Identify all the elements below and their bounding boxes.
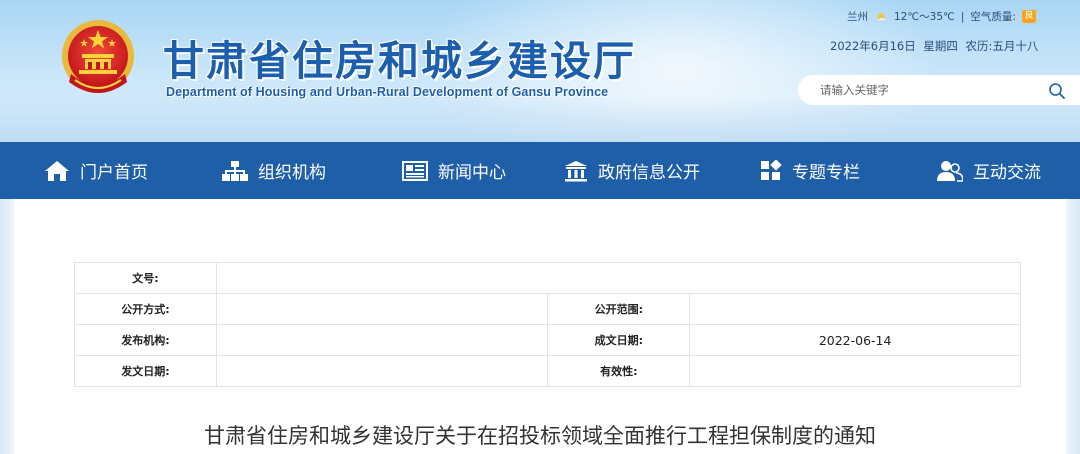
search-input[interactable] <box>820 82 1030 98</box>
sun-cloud-icon <box>874 11 888 23</box>
nav-item-news[interactable]: 新闻中心 <box>402 142 506 199</box>
weather-city: 兰州 <box>847 11 868 23</box>
document-info-table: 文号: 公开方式: 公开范围: 发布机构: 成文日期: 2022-06-14 发… <box>74 262 1022 387</box>
main-nav: 门户首页 组织机构 新闻中心 政府信息公开 专题专栏 互动交流 <box>0 142 1080 199</box>
nav-item-special-topics[interactable]: 专题专栏 <box>760 142 860 199</box>
created-date-value: 2022-06-14 <box>689 324 1021 356</box>
table-row: 文号: <box>74 262 1022 294</box>
table-row: 发文日期: 有效性: <box>74 355 1021 387</box>
nav-label-home: 门户首页 <box>80 163 148 183</box>
org-chart-icon <box>222 160 248 181</box>
disclosure-method-label: 公开方式: <box>74 293 217 325</box>
created-date-label: 成文日期: <box>547 324 691 356</box>
right-gutter <box>1066 199 1080 454</box>
nav-item-organization[interactable]: 组织机构 <box>222 142 326 199</box>
weather-bar: 兰州 12℃～35℃ | 空气质量: 良 <box>847 9 1036 24</box>
users-icon <box>937 160 963 182</box>
nav-item-home[interactable]: 门户首页 <box>44 142 148 199</box>
validity-label: 有效性: <box>547 355 691 387</box>
site-subtitle-en: Department of Housing and Urban-Rural De… <box>166 85 609 99</box>
issuing-org-label: 发布机构: <box>74 324 217 356</box>
grid-icon <box>761 159 782 180</box>
nav-label-special-topics: 专题专栏 <box>792 163 860 183</box>
left-gutter <box>0 199 14 454</box>
national-emblem-icon <box>62 20 134 93</box>
table-row: 发布机构: 成文日期: 2022-06-14 <box>74 324 1021 356</box>
nav-label-organization: 组织机构 <box>258 163 326 183</box>
nav-label-interaction: 互动交流 <box>973 163 1041 183</box>
news-icon <box>402 160 428 181</box>
weather-separator: | <box>960 10 965 23</box>
doc-number-value <box>215 262 1022 294</box>
site-header: 甘肃省住房和城乡建设厅 Department of Housing and Ur… <box>0 0 1080 142</box>
table-row: 公开方式: 公开范围: <box>74 293 1021 325</box>
search-icon[interactable] <box>1048 82 1066 100</box>
document-title: 甘肃省住房和城乡建设厅关于在招投标领域全面推行工程担保制度的通知 <box>204 424 876 448</box>
disclosure-method-value <box>215 293 549 325</box>
air-quality-label: 空气质量: <box>970 11 1016 23</box>
home-icon <box>45 160 69 181</box>
disclosure-scope-label: 公开范围: <box>547 293 691 325</box>
search-box <box>798 75 1080 105</box>
date-display: 2022年6月16日 星期四 农历:五月十八 <box>830 39 1039 53</box>
validity-value <box>689 355 1021 387</box>
weather-temperature: 12℃～35℃ <box>894 11 955 23</box>
air-quality-badge: 良 <box>1021 10 1036 23</box>
government-building-icon <box>565 160 587 181</box>
issuing-org-value <box>215 324 549 356</box>
doc-number-label: 文号: <box>74 262 217 294</box>
site-title[interactable]: 甘肃省住房和城乡建设厅 <box>163 27 636 87</box>
nav-item-interaction[interactable]: 互动交流 <box>937 142 1041 199</box>
issue-date-label: 发文日期: <box>74 355 217 387</box>
disclosure-scope-value <box>689 293 1021 325</box>
nav-label-government-info: 政府信息公开 <box>598 163 700 183</box>
nav-item-government-info[interactable]: 政府信息公开 <box>564 142 700 199</box>
nav-label-news: 新闻中心 <box>438 163 506 183</box>
issue-date-value <box>215 355 549 387</box>
